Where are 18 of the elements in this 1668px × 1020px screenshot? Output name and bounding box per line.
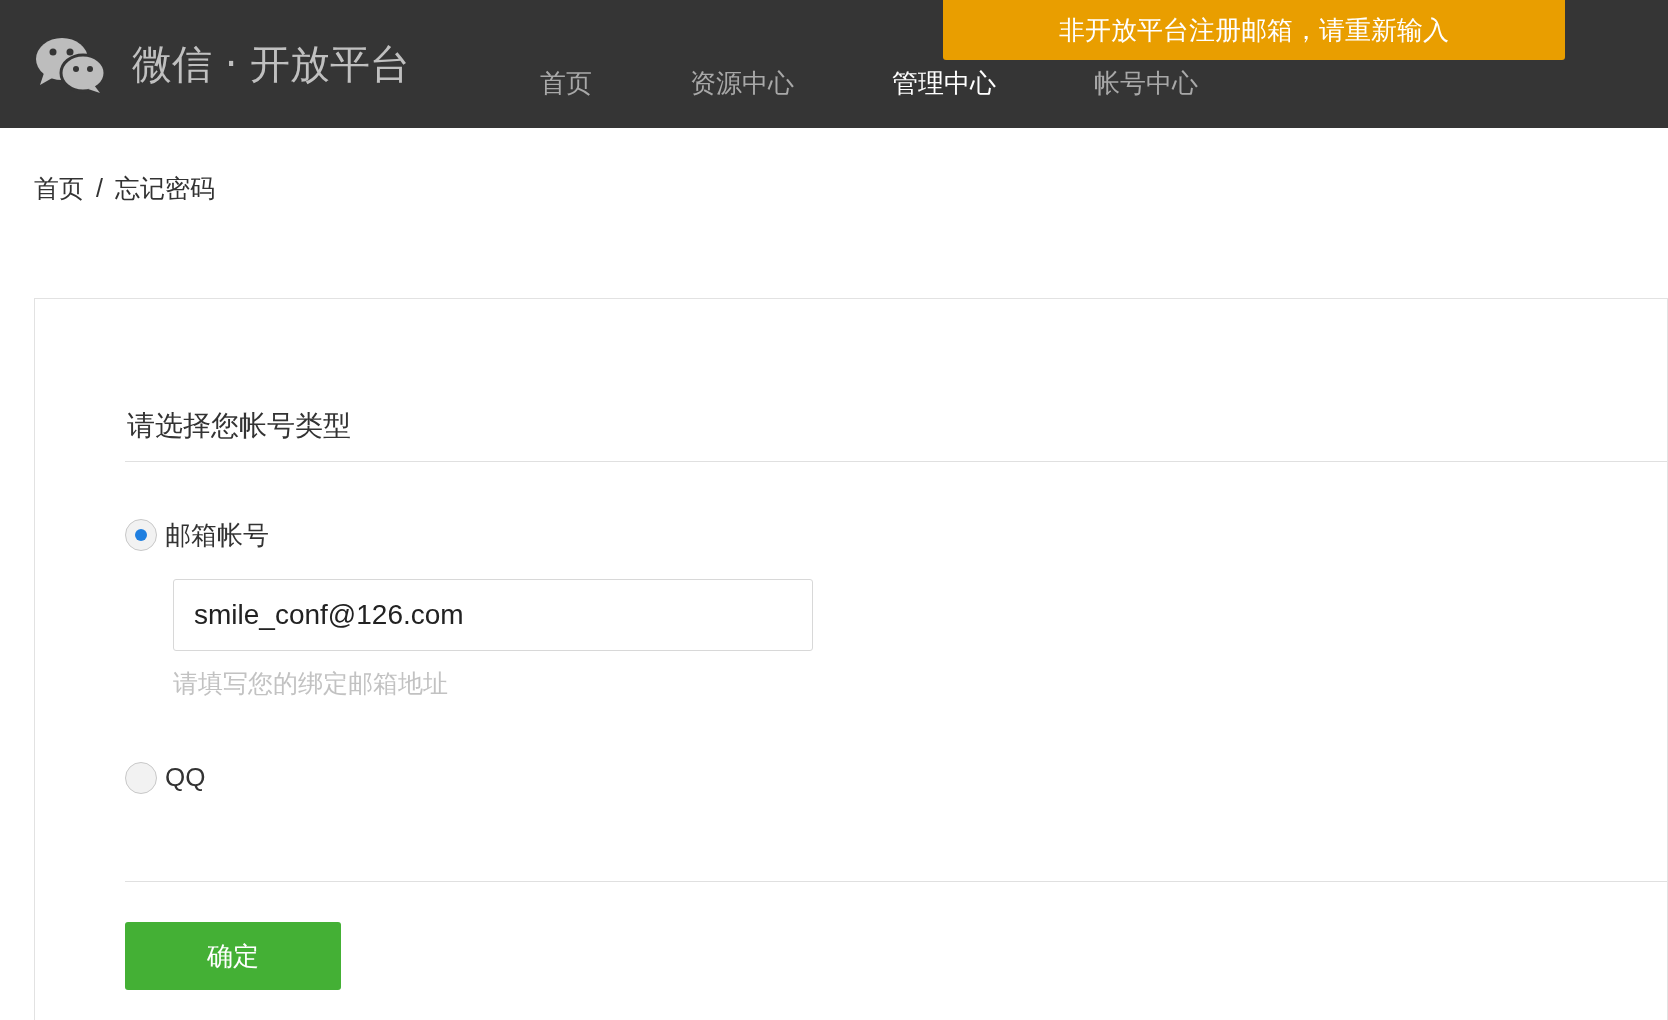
breadcrumb-item[interactable]: 首页 xyxy=(34,170,84,208)
chat-bubbles-icon xyxy=(34,35,106,93)
radio-button[interactable] xyxy=(125,519,157,551)
nav-link[interactable]: 首页 xyxy=(540,64,593,103)
email-field[interactable]: smile_conf@126.com xyxy=(173,578,813,651)
confirm-button[interactable]: 确定 xyxy=(125,922,341,990)
breadcrumb-separator: / xyxy=(96,173,103,204)
site-title: 微信 · 开放平台 xyxy=(132,40,411,89)
error-toast: 非开放平台注册邮箱，请重新输入 xyxy=(943,0,1565,60)
field-hint: 请填写您的绑定邮箱地址 xyxy=(173,667,449,699)
radio-label: 邮箱帐号 xyxy=(165,518,269,552)
form-title: 请选择您帐号类型 xyxy=(126,408,352,443)
nav-link[interactable]: 帐号中心 xyxy=(1094,64,1199,103)
radio-button[interactable] xyxy=(125,761,157,794)
radio-label: QQ xyxy=(165,761,206,794)
nav-link[interactable]: 资源中心 xyxy=(690,64,795,103)
breadcrumb-item: 忘记密码 xyxy=(114,173,215,204)
nav-link[interactable]: 管理中心 xyxy=(892,64,997,103)
